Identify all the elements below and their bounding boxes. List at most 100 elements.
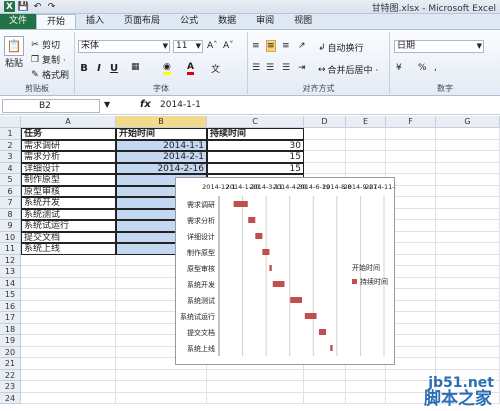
row-header[interactable]: 23: [0, 381, 21, 393]
fill-color-button[interactable]: ◉: [163, 62, 171, 75]
row-header[interactable]: 20: [0, 346, 21, 358]
row-header[interactable]: 24: [0, 392, 21, 404]
font-size-select[interactable]: 11 ▼: [173, 40, 203, 53]
tab-page-layout[interactable]: 页面布局: [114, 14, 170, 29]
grow-font-button[interactable]: Aˆ: [207, 41, 218, 51]
copy-button[interactable]: ❐ 复制 ·: [30, 53, 66, 67]
row-header[interactable]: 21: [0, 358, 21, 370]
select-all-corner[interactable]: [0, 116, 21, 128]
shrink-font-button[interactable]: Aˇ: [223, 41, 234, 51]
grid-cell[interactable]: [21, 289, 116, 301]
grid-cell[interactable]: [116, 369, 207, 381]
tab-home[interactable]: 开始: [36, 14, 77, 29]
row-header[interactable]: 9: [0, 220, 21, 232]
grid-cell[interactable]: [346, 151, 386, 163]
row-header[interactable]: 22: [0, 369, 21, 381]
align-left-button[interactable]: ☰: [252, 63, 260, 73]
grid-cell[interactable]: [21, 266, 116, 278]
font-color-button[interactable]: A: [187, 62, 194, 75]
column-header-g[interactable]: G: [436, 116, 500, 128]
row-header[interactable]: 14: [0, 277, 21, 289]
grid-cell[interactable]: [346, 162, 386, 174]
grid-cell[interactable]: [21, 254, 116, 266]
start-date-cell[interactable]: 2014-2-16: [116, 162, 207, 174]
task-name-cell[interactable]: 原型审核: [21, 185, 116, 197]
align-top-button[interactable]: ≡: [252, 41, 260, 51]
grid-cell[interactable]: [436, 220, 500, 232]
column-header-a[interactable]: A: [21, 116, 116, 128]
grid-cell[interactable]: [386, 151, 436, 163]
grid-cell[interactable]: [21, 323, 116, 335]
task-name-cell[interactable]: 系统开发: [21, 197, 116, 209]
grid-cell[interactable]: [304, 151, 346, 163]
grid-cell[interactable]: [346, 128, 386, 140]
row-header[interactable]: 15: [0, 289, 21, 301]
grid-cell[interactable]: [436, 254, 500, 266]
row-header[interactable]: 18: [0, 323, 21, 335]
tab-view[interactable]: 视图: [284, 14, 322, 29]
task-name-cell[interactable]: 系统上线: [21, 243, 116, 255]
duration-cell[interactable]: 15: [207, 151, 304, 163]
wrap-text-button[interactable]: ↲ 自动换行: [318, 41, 364, 55]
cut-button[interactable]: ✂ 剪切: [30, 38, 60, 52]
row-header[interactable]: 1: [0, 128, 21, 140]
grid-cell[interactable]: [436, 162, 500, 174]
grid-cell[interactable]: [116, 392, 207, 404]
paste-button[interactable]: 📋 粘贴: [4, 36, 24, 69]
grid-cell[interactable]: [207, 381, 304, 393]
table-header-cell[interactable]: 任务: [21, 128, 116, 140]
grid-cell[interactable]: [304, 381, 346, 393]
grid-cell[interactable]: [386, 128, 436, 140]
italic-button[interactable]: I: [93, 62, 105, 75]
formula-input[interactable]: 2014-1-1: [160, 100, 201, 110]
name-box[interactable]: B2: [2, 99, 100, 113]
grid-cell[interactable]: [21, 346, 116, 358]
gantt-chart[interactable]: 2014-12-1 2014-1-20 2014-3-11 2014-4-30 2014…: [175, 177, 396, 365]
grid-cell[interactable]: [21, 335, 116, 347]
grid-cell[interactable]: [436, 174, 500, 186]
grid-cell[interactable]: [436, 139, 500, 151]
grid-cell[interactable]: [304, 139, 346, 151]
grid-cell[interactable]: [21, 381, 116, 393]
grid-cell[interactable]: [436, 185, 500, 197]
duration-cell[interactable]: 15: [207, 162, 304, 174]
tab-data[interactable]: 数据: [208, 14, 246, 29]
align-bottom-button[interactable]: ≡: [282, 41, 290, 51]
grid-cell[interactable]: [207, 392, 304, 404]
grid-cell[interactable]: [436, 323, 500, 335]
row-header[interactable]: 8: [0, 208, 21, 220]
grid-cell[interactable]: [346, 139, 386, 151]
grid-cell[interactable]: [436, 266, 500, 278]
grid-cell[interactable]: [21, 277, 116, 289]
row-header[interactable]: 6: [0, 185, 21, 197]
column-header-e[interactable]: E: [346, 116, 386, 128]
grid-cell[interactable]: [346, 392, 386, 404]
grid-cell[interactable]: [346, 381, 386, 393]
tab-file[interactable]: 文件: [0, 14, 37, 29]
grid-cell[interactable]: [21, 312, 116, 324]
indent-button[interactable]: ⇥: [298, 63, 306, 73]
format-painter-button[interactable]: ✎ 格式刷: [30, 68, 69, 82]
row-header[interactable]: 12: [0, 254, 21, 266]
row-header[interactable]: 5: [0, 174, 21, 186]
grid-cell[interactable]: [436, 231, 500, 243]
grid-cell[interactable]: [436, 300, 500, 312]
row-header[interactable]: 2: [0, 139, 21, 151]
grid-cell[interactable]: [304, 128, 346, 140]
task-name-cell[interactable]: 需求调研: [21, 139, 116, 151]
grid-cell[interactable]: [116, 381, 207, 393]
redo-icon[interactable]: ↷: [46, 1, 57, 12]
grid-cell[interactable]: [436, 128, 500, 140]
orientation-button[interactable]: ↗: [298, 41, 306, 51]
underline-button[interactable]: U: [108, 62, 120, 75]
grid-cell[interactable]: [436, 335, 500, 347]
grid-cell[interactable]: [436, 208, 500, 220]
row-header[interactable]: 4: [0, 162, 21, 174]
start-date-cell[interactable]: 2014-1-1: [116, 139, 207, 151]
row-header[interactable]: 17: [0, 312, 21, 324]
row-header[interactable]: 11: [0, 243, 21, 255]
percent-button[interactable]: %: [418, 63, 427, 73]
column-header-f[interactable]: F: [386, 116, 436, 128]
grid-cell[interactable]: [436, 312, 500, 324]
grid-cell[interactable]: [304, 392, 346, 404]
